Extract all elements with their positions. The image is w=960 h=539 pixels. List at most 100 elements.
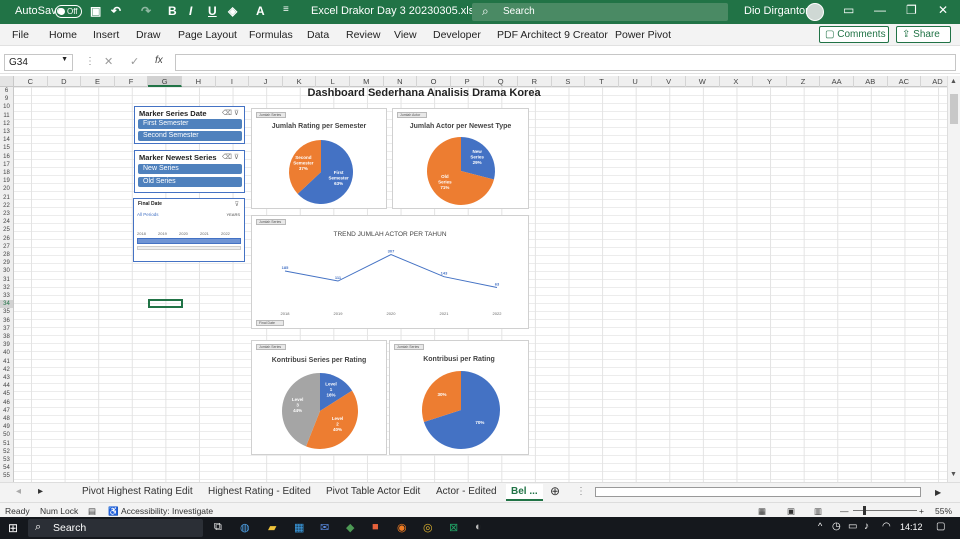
menu-review[interactable]: Review (346, 29, 380, 41)
column-header-e[interactable]: E (81, 76, 115, 87)
column-header-v[interactable]: V (652, 76, 686, 87)
slicer-item-old-series[interactable]: Old Series (138, 177, 242, 187)
column-header-r[interactable]: R (518, 76, 552, 87)
row-header-54[interactable]: 54 (0, 464, 13, 472)
timeline-range-bar[interactable] (137, 238, 241, 244)
menu-draw[interactable]: Draw (136, 29, 161, 41)
menu-home[interactable]: Home (49, 29, 77, 41)
row-header-42[interactable]: 42 (0, 366, 13, 374)
column-header-ab[interactable]: AB (854, 76, 888, 87)
column-header-q[interactable]: Q (484, 76, 518, 87)
menu-power-pivot[interactable]: Power Pivot (615, 29, 671, 41)
firefox-icon[interactable]: ◉ (397, 521, 407, 534)
row-header-22[interactable]: 22 (0, 202, 13, 210)
edge-icon[interactable]: ◍ (240, 521, 250, 534)
page-layout-view-icon[interactable]: ▣ (787, 506, 795, 517)
share-button[interactable]: ⇪ Share (896, 26, 951, 43)
row-header-45[interactable]: 45 (0, 390, 13, 398)
tab-scroll-right-icon[interactable]: ▸ (38, 486, 43, 497)
slicer-item-first-semester[interactable]: First Semester (138, 119, 242, 129)
chart-trend-actor-per-year[interactable]: Jumlah Series TREND JUMLAH ACTOR PER TAH… (251, 215, 529, 329)
row-header-20[interactable]: 20 (0, 185, 13, 193)
underline-icon[interactable]: U (208, 4, 217, 18)
column-header-k[interactable]: K (283, 76, 317, 87)
redo-icon[interactable]: ↷ (141, 4, 151, 18)
row-header-9[interactable]: 9 (0, 95, 13, 103)
slicer-item-new-series[interactable]: New Series (138, 164, 242, 174)
timeline-unit[interactable]: YEARS (226, 212, 240, 217)
menu-developer[interactable]: Developer (433, 29, 481, 41)
row-header-36[interactable]: 36 (0, 317, 13, 325)
row-header-43[interactable]: 43 (0, 374, 13, 382)
row-header-29[interactable]: 29 (0, 259, 13, 267)
bold-icon[interactable]: B (168, 4, 177, 18)
autosave-toggle[interactable]: Off (55, 5, 82, 18)
row-header-33[interactable]: 33 (0, 292, 13, 300)
search-box[interactable]: ⌕ Search (472, 3, 728, 21)
slicer-item-second-semester[interactable]: Second Semester (138, 131, 242, 141)
column-header-ac[interactable]: AC (888, 76, 922, 87)
formula-input[interactable] (175, 54, 956, 71)
column-header-h[interactable]: H (182, 76, 216, 87)
clock-time[interactable]: 14:12 (900, 522, 923, 532)
column-header-z[interactable]: Z (787, 76, 821, 87)
row-header-52[interactable]: 52 (0, 448, 13, 456)
name-box[interactable]: G34 ▼ (4, 54, 73, 71)
row-header-27[interactable]: 27 (0, 243, 13, 251)
column-header-o[interactable]: O (417, 76, 451, 87)
zoom-slider-thumb[interactable] (863, 506, 866, 515)
file-explorer-icon[interactable]: ▰ (268, 521, 276, 534)
row-header-47[interactable]: 47 (0, 407, 13, 415)
column-header-c[interactable]: C (14, 76, 48, 87)
notification-icon[interactable]: ▢ (936, 521, 945, 532)
selected-cell[interactable] (148, 299, 183, 308)
row-header-15[interactable]: 15 (0, 144, 13, 152)
column-header-g[interactable]: G (148, 76, 182, 87)
column-header-m[interactable]: M (350, 76, 384, 87)
row-header-16[interactable]: 16 (0, 153, 13, 161)
tab-scroll-left-icon[interactable]: ◂ (16, 486, 21, 497)
row-header-21[interactable]: 21 (0, 194, 13, 202)
row-header-49[interactable]: 49 (0, 423, 13, 431)
column-header-d[interactable]: D (48, 76, 82, 87)
row-header-10[interactable]: 10 (0, 103, 13, 111)
row-header-17[interactable]: 17 (0, 161, 13, 169)
row-header-30[interactable]: 30 (0, 267, 13, 275)
filter-clear-icon[interactable]: ⌫ ⊽ (222, 153, 239, 161)
restore-icon[interactable]: ❐ (906, 3, 917, 17)
row-header-25[interactable]: 25 (0, 226, 13, 234)
tray-chevron-icon[interactable]: ^ (818, 521, 822, 531)
scroll-right-icon[interactable]: ▶ (935, 488, 941, 497)
font-color-icon[interactable]: A (256, 4, 265, 18)
row-header-19[interactable]: 19 (0, 177, 13, 185)
slicer-marker-newest-series[interactable]: Marker Newest Series ⌫ ⊽ New Series Old … (134, 150, 245, 193)
select-all-corner[interactable] (0, 76, 14, 87)
column-header-p[interactable]: P (451, 76, 485, 87)
row-header-11[interactable]: 11 (0, 112, 13, 120)
trend-line[interactable] (284, 254, 498, 288)
row-header-50[interactable]: 50 (0, 431, 13, 439)
row-header-37[interactable]: 37 (0, 325, 13, 333)
row-header-35[interactable]: 35 (0, 308, 13, 316)
column-header-i[interactable]: I (216, 76, 250, 87)
store-icon[interactable]: ▦ (294, 521, 304, 534)
app-icon[interactable]: ■ (372, 521, 379, 533)
timeline-final-date[interactable]: Final Date ⊽ All Periods YEARS 2018 2019… (133, 198, 245, 262)
row-header-26[interactable]: 26 (0, 235, 13, 243)
menu-data[interactable]: Data (307, 29, 329, 41)
column-header-t[interactable]: T (585, 76, 619, 87)
italic-icon[interactable]: I (189, 4, 192, 18)
row-header-51[interactable]: 51 (0, 440, 13, 448)
save-icon[interactable]: ▣ (90, 4, 101, 18)
add-sheet-icon[interactable]: ⊕ (550, 484, 560, 498)
zoom-level[interactable]: 55% (935, 506, 952, 516)
minimize-icon[interactable]: — (874, 3, 886, 17)
status-accessibility[interactable]: Accessibility: Investigate (121, 506, 213, 516)
fill-color-icon[interactable]: ◈ (228, 4, 237, 18)
row-header-46[interactable]: 46 (0, 399, 13, 407)
chrome-icon[interactable]: ◎ (423, 521, 433, 534)
column-header-y[interactable]: Y (753, 76, 787, 87)
row-header-6[interactable]: 6 (0, 87, 13, 95)
timeline-scrollbar[interactable] (137, 246, 241, 250)
row-header-39[interactable]: 39 (0, 341, 13, 349)
